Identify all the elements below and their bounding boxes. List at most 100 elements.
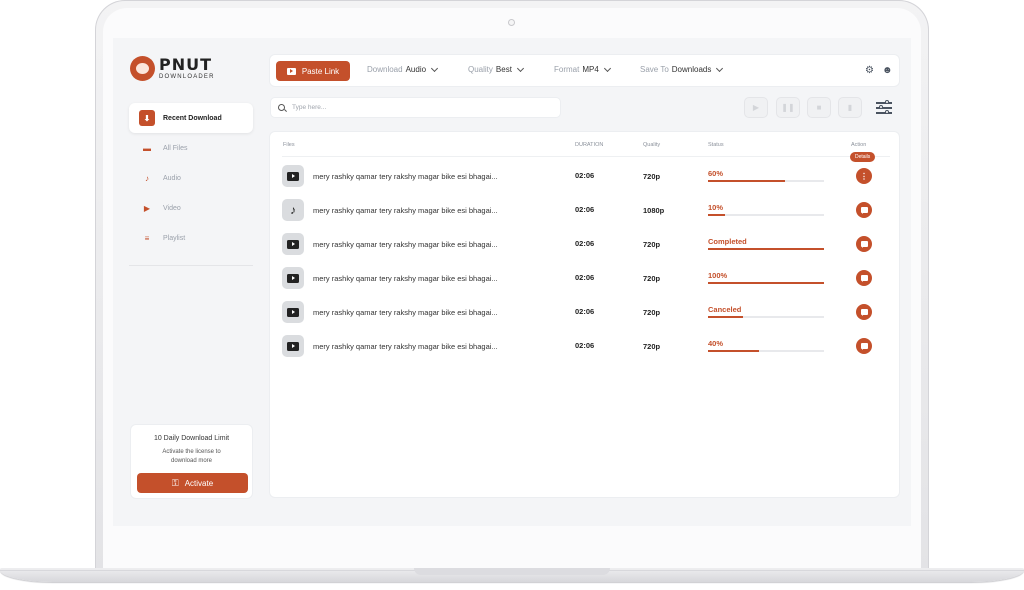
sidebar-item-audio[interactable]: ♪ Audio: [129, 163, 253, 193]
chevron-down-icon: [431, 64, 439, 72]
top-toolbar: Paste Link Download Audio Quality Best F…: [269, 54, 900, 87]
quality-select[interactable]: Quality Best: [468, 64, 524, 74]
sidebar-item-playlist[interactable]: ≡ Playlist: [129, 223, 253, 253]
download-status: 100%: [708, 271, 728, 280]
progress-bar-fill: [708, 282, 824, 284]
file-quality: 720p: [643, 240, 661, 249]
app-screen: PNUT DOWNLOADER ⬇ Recent Download ▬ All …: [113, 38, 911, 526]
table-row[interactable]: mery rashky qamar tery rakshy magar bike…: [270, 301, 901, 335]
video-icon: ▶: [143, 203, 151, 213]
folder-icon: ▬: [143, 143, 151, 153]
chevron-down-icon: [603, 64, 611, 72]
gear-icon[interactable]: ⚙: [865, 65, 874, 76]
file-name: mery rashky qamar tery rakshy magar bike…: [313, 308, 498, 317]
sidebar-item-label: Audio: [163, 174, 181, 182]
delete-button[interactable]: ▮: [838, 97, 862, 118]
format-label: Format: [554, 65, 580, 74]
downloads-table: Files DURATION Quality Status Action mer…: [269, 131, 900, 498]
user-icon[interactable]: ☻: [882, 65, 893, 76]
play-button[interactable]: ▶: [744, 97, 768, 118]
more-vertical-icon: ⋮: [860, 171, 868, 181]
sidebar-item-label: Video: [163, 204, 181, 212]
message-button[interactable]: [856, 236, 872, 252]
paste-link-button[interactable]: Paste Link: [276, 61, 350, 81]
video-file-icon: [282, 165, 304, 187]
chevron-down-icon: [716, 64, 724, 72]
sidebar-item-recent-download[interactable]: ⬇ Recent Download: [129, 103, 253, 133]
download-status: 60%: [708, 169, 724, 178]
music-note-icon: ♪: [145, 173, 149, 183]
stop-button[interactable]: ■: [807, 97, 831, 118]
download-type-select[interactable]: Download Audio: [367, 64, 439, 74]
progress-bar-fill: [708, 214, 726, 216]
file-name: mery rashky qamar tery rakshy magar bike…: [313, 172, 498, 181]
column-header-status: Status: [708, 142, 724, 148]
logo-mascot-icon: [130, 56, 155, 81]
file-quality: 1080p: [643, 206, 665, 215]
table-row[interactable]: mery rashky qamar tery rakshy magar bike…: [270, 335, 901, 369]
file-quality: 720p: [643, 308, 661, 317]
file-name: mery rashky qamar tery rakshy magar bike…: [313, 342, 498, 351]
message-button[interactable]: [856, 304, 872, 320]
file-quality: 720p: [643, 342, 661, 351]
activate-button-label: Activate: [184, 478, 214, 488]
chevron-down-icon: [516, 64, 524, 72]
message-icon: [860, 241, 868, 248]
app-logo: PNUT DOWNLOADER: [130, 56, 215, 81]
format-value: MP4: [582, 65, 599, 74]
column-header-files: Files: [283, 142, 295, 148]
search-icon: [278, 104, 285, 111]
sidebar-item-video[interactable]: ▶ Video: [129, 193, 253, 223]
column-header-quality: Quality: [643, 142, 661, 148]
message-button[interactable]: [856, 270, 872, 286]
progress-bar-fill: [708, 316, 743, 318]
filter-settings-icon[interactable]: [876, 100, 892, 114]
video-file-icon: [282, 233, 304, 255]
table-row[interactable]: ♪ mery rashky qamar tery rakshy magar bi…: [270, 199, 901, 233]
message-button[interactable]: [856, 338, 872, 354]
message-icon: [860, 207, 868, 214]
table-row[interactable]: mery rashky qamar tery rakshy magar bike…: [270, 233, 901, 267]
progress-bar-fill: [708, 248, 824, 250]
pause-button[interactable]: ❚❚: [776, 97, 800, 118]
file-name: mery rashky qamar tery rakshy magar bike…: [313, 274, 498, 283]
details-tooltip: Details: [850, 152, 876, 162]
download-type-label: Download: [367, 65, 403, 74]
table-row[interactable]: mery rashky qamar tery rakshy magar bike…: [270, 152, 901, 199]
message-button[interactable]: [856, 202, 872, 218]
progress-bar-fill: [708, 180, 785, 182]
logo-subtitle: DOWNLOADER: [159, 74, 215, 80]
download-type-value: Audio: [405, 65, 427, 74]
file-duration: 02:06: [575, 205, 595, 214]
sidebar-item-all-files[interactable]: ▬ All Files: [129, 133, 253, 163]
file-duration: 02:06: [575, 341, 595, 350]
file-duration: 02:06: [575, 171, 595, 180]
column-header-action: Action: [851, 142, 867, 148]
download-status: Canceled: [708, 305, 742, 314]
sidebar-item-label: All Files: [163, 144, 188, 152]
key-icon: ⚿: [171, 477, 179, 488]
sidebar-item-label: Playlist: [163, 234, 186, 242]
header-divider: [282, 156, 890, 157]
message-icon: [860, 343, 868, 350]
download-icon: ⬇: [139, 110, 155, 126]
trash-icon: ▮: [847, 103, 853, 112]
progress-bar: [708, 214, 824, 216]
download-status: 10%: [708, 203, 724, 212]
camera-icon: [508, 19, 515, 26]
youtube-icon: [286, 67, 296, 75]
table-row[interactable]: mery rashky qamar tery rakshy magar bike…: [270, 267, 901, 301]
search-box: [270, 97, 561, 118]
format-select[interactable]: Format MP4: [554, 64, 611, 74]
activate-button[interactable]: ⚿ Activate: [137, 473, 248, 493]
column-header-duration: DURATION: [575, 142, 604, 148]
license-description: Activate the license to download more: [162, 449, 221, 464]
save-to-select[interactable]: Save To Downloads: [640, 64, 724, 74]
more-options-button[interactable]: ⋮: [856, 168, 872, 184]
file-duration: 02:06: [575, 307, 595, 316]
search-input[interactable]: [292, 104, 542, 111]
paste-link-label: Paste Link: [301, 66, 340, 76]
sidebar-item-label: Recent Download: [163, 114, 222, 122]
message-icon: [860, 309, 868, 316]
quality-value: Best: [495, 65, 512, 74]
